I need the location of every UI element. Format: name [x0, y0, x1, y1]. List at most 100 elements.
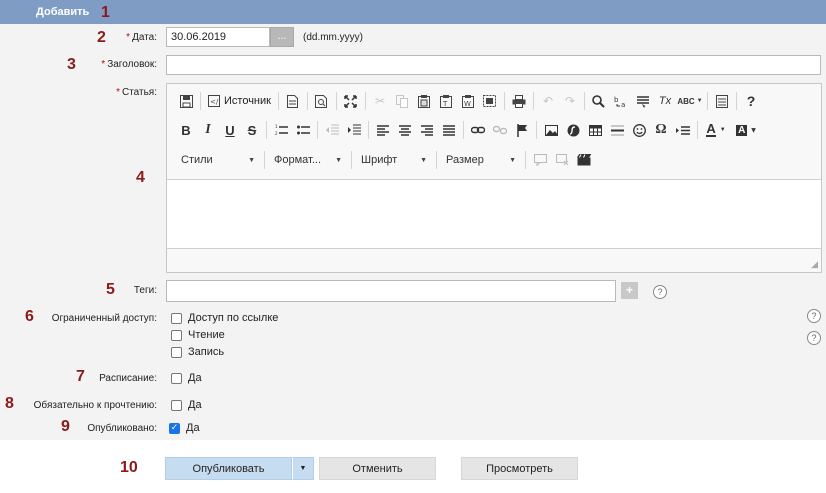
paste-word-icon[interactable]: W — [457, 90, 479, 112]
access-help-icon[interactable]: ? — [807, 309, 821, 323]
flash-icon[interactable] — [562, 119, 584, 141]
access-option-link[interactable]: Доступ по ссылке — [171, 312, 278, 324]
link-icon[interactable] — [467, 119, 489, 141]
mandatory-option[interactable]: Да — [171, 399, 202, 411]
align-center-icon[interactable] — [394, 119, 416, 141]
styles-label: Стили — [181, 154, 213, 166]
paste-icon[interactable] — [413, 90, 435, 112]
preview-icon[interactable] — [311, 90, 333, 112]
schedule-option-label: Да — [188, 372, 202, 384]
preview-button[interactable]: Просмотреть — [461, 457, 578, 480]
redo-icon[interactable]: ↷ — [559, 90, 581, 112]
background-color-icon[interactable]: A ▼ — [731, 119, 761, 141]
chevron-down-icon: ▼ — [299, 465, 307, 472]
smiley-icon[interactable] — [628, 119, 650, 141]
published-option[interactable]: ✓ Да — [169, 422, 200, 434]
print-icon[interactable] — [508, 90, 530, 112]
schedule-option[interactable]: Да — [171, 372, 202, 384]
comment-icon[interactable] — [529, 149, 551, 171]
show-blocks-icon[interactable] — [711, 90, 733, 112]
indent-icon[interactable] — [343, 119, 365, 141]
access-write-checkbox[interactable] — [171, 346, 182, 358]
article-text-area[interactable] — [167, 179, 821, 249]
help-icon[interactable]: ? — [740, 90, 762, 112]
title-label: * Заголовок: — [80, 59, 157, 70]
spellcheck-icon[interactable]: ABC ▼ — [676, 90, 704, 112]
editor-toolbar-row-2: B I U S 12 Ω A ▼ A ▼ — [175, 117, 761, 143]
text-color-icon[interactable]: A ▼ — [701, 119, 731, 141]
format-dropdown[interactable]: Формат... ▼ — [268, 149, 348, 171]
toolbar-separator — [277, 92, 279, 110]
numbered-list-icon[interactable]: 12 — [270, 119, 292, 141]
italic-icon[interactable]: I — [197, 119, 219, 141]
bold-icon[interactable]: B — [175, 119, 197, 141]
date-picker-button[interactable]: ... — [270, 27, 294, 47]
mandatory-checkbox[interactable] — [171, 399, 182, 411]
strikethrough-icon[interactable]: S — [241, 119, 263, 141]
find-icon[interactable] — [588, 90, 610, 112]
resize-handle-icon[interactable]: ◢ — [811, 259, 818, 270]
styles-dropdown[interactable]: Стили ▼ — [175, 149, 261, 171]
anchor-flag-icon[interactable] — [511, 119, 533, 141]
marker-4: 4 — [136, 169, 145, 186]
replace-icon[interactable]: ba — [610, 90, 632, 112]
access-write-label: Запись — [188, 346, 225, 358]
unlink-icon[interactable] — [489, 119, 511, 141]
svg-text:T: T — [442, 100, 448, 108]
paste-text-icon[interactable]: T — [435, 90, 457, 112]
copy-icon[interactable] — [391, 90, 413, 112]
page-break-icon[interactable] — [672, 119, 694, 141]
size-dropdown[interactable]: Размер ▼ — [440, 149, 522, 171]
maximize-icon[interactable] — [340, 90, 362, 112]
remove-format-icon[interactable]: Tx — [654, 90, 676, 112]
remove-comment-icon[interactable] — [551, 149, 573, 171]
access-read-checkbox[interactable] — [171, 329, 182, 341]
toolbar-separator — [317, 121, 318, 139]
outdent-icon[interactable] — [321, 119, 343, 141]
undo-icon[interactable]: ↶ — [537, 90, 559, 112]
source-icon: </> — [208, 95, 220, 107]
horizontal-rule-icon[interactable] — [606, 119, 628, 141]
access-link-checkbox[interactable] — [171, 312, 182, 324]
schedule-checkbox[interactable] — [171, 372, 182, 384]
font-dropdown[interactable]: Шрифт ▼ — [355, 149, 433, 171]
cut-icon[interactable]: ✂ — [369, 90, 391, 112]
publish-dropdown-button[interactable]: ▼ — [292, 457, 314, 480]
select-all-icon[interactable] — [632, 90, 654, 112]
add-tag-button[interactable]: + — [621, 282, 638, 299]
align-left-icon[interactable] — [372, 119, 394, 141]
tags-input[interactable] — [166, 280, 616, 302]
article-editor: </> Источник ✂ T W — [166, 83, 822, 273]
editor-toolbar-row-3: Стили ▼ Формат... ▼ Шрифт ▼ Размер ▼ — [175, 147, 595, 173]
svg-text:W: W — [464, 100, 471, 108]
underline-icon[interactable]: U — [219, 119, 241, 141]
date-label: * Дата: — [100, 32, 157, 43]
new-page-icon[interactable] — [282, 90, 304, 112]
cancel-button[interactable]: Отменить — [319, 457, 436, 480]
table-icon[interactable] — [584, 119, 606, 141]
bulleted-list-icon[interactable] — [292, 119, 314, 141]
toolbar-separator — [525, 151, 526, 169]
title-input[interactable] — [166, 55, 821, 75]
date-input[interactable] — [166, 27, 270, 47]
publish-button[interactable]: Опубликовать — [165, 457, 292, 480]
video-icon[interactable] — [573, 149, 595, 171]
save-icon[interactable] — [175, 90, 197, 112]
published-checkbox[interactable]: ✓ — [169, 422, 180, 434]
align-justify-icon[interactable] — [438, 119, 460, 141]
tags-help-icon[interactable]: ? — [653, 285, 667, 299]
article-label: * Статья: — [90, 87, 157, 98]
source-label: Источник — [224, 95, 271, 107]
access-option-read[interactable]: Чтение — [171, 329, 225, 341]
marker-6: 6 — [25, 308, 34, 325]
templates-icon[interactable] — [479, 90, 501, 112]
special-char-icon[interactable]: Ω — [650, 119, 672, 141]
access-option-write[interactable]: Запись — [171, 346, 224, 358]
toolbar-separator — [264, 151, 265, 169]
access-help-icon-2[interactable]: ? — [807, 331, 821, 345]
marker-10: 10 — [120, 459, 138, 476]
image-icon[interactable] — [540, 119, 562, 141]
source-button[interactable]: </> Источник — [204, 90, 275, 112]
access-label: Ограниченный доступ: — [51, 313, 157, 324]
align-right-icon[interactable] — [416, 119, 438, 141]
